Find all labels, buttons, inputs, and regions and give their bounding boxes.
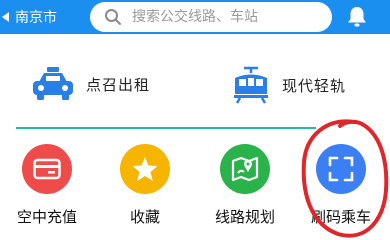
- tile-label: 刷码乘车: [310, 208, 371, 226]
- top-up-tile[interactable]: 空中充值: [12, 144, 82, 227]
- tram-icon: [234, 66, 268, 104]
- tile-label: 空中充值: [16, 208, 77, 226]
- bell-icon[interactable]: [344, 4, 370, 30]
- favorites-tile[interactable]: 收藏: [110, 144, 180, 227]
- feature-label: 现代轻轨: [282, 76, 347, 95]
- city-label: 南京市: [15, 10, 57, 26]
- route-planning-tile[interactable]: 线路规划: [210, 144, 280, 227]
- feature-row: 点召出租 现代轻轨: [0, 52, 390, 122]
- taxi-entry[interactable]: 点召出租: [30, 66, 150, 102]
- feature-label: 点召出租: [86, 75, 151, 94]
- scan-icon: [316, 144, 366, 194]
- caret-left-icon: [2, 12, 9, 22]
- taxi-icon: [33, 67, 73, 100]
- map-route-icon: [220, 144, 270, 194]
- tram-entry[interactable]: 现代轻轨: [230, 66, 346, 104]
- top-bar: 南京市: [0, 0, 390, 34]
- tile-label: 收藏: [129, 208, 160, 226]
- city-selector[interactable]: 南京市: [0, 0, 80, 34]
- tile-label: 线路规划: [214, 208, 275, 226]
- card-icon: [22, 144, 72, 194]
- search-icon: [105, 9, 121, 25]
- scan-ride-tile[interactable]: 刷码乘车: [306, 144, 376, 227]
- search-bar[interactable]: [90, 2, 332, 32]
- search-input[interactable]: [132, 9, 322, 25]
- section-divider: [16, 127, 316, 129]
- star-icon: [120, 144, 170, 194]
